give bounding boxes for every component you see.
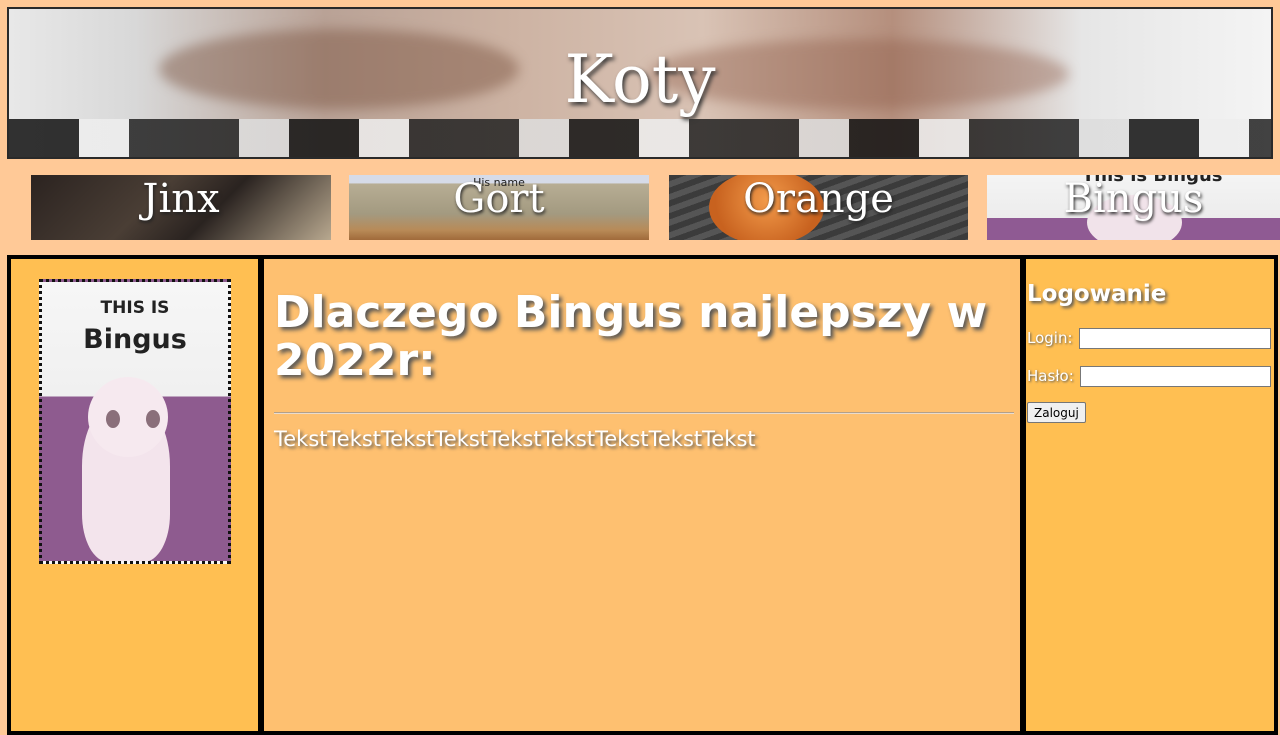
banner-image-decoration: [9, 119, 1271, 157]
login-panel: Logowanie Login: Hasło: Zaloguj: [1026, 259, 1274, 731]
login-label: Login:: [1027, 329, 1073, 347]
image-caption: Bingus: [83, 324, 187, 355]
divider: [274, 412, 1014, 414]
page-heading: Dlaczego Bingus najlepszy w 2022r:: [274, 287, 988, 387]
login-title: Logowanie: [1027, 281, 1167, 307]
nav-item-orange[interactable]: Orange: [669, 175, 968, 240]
login-input[interactable]: [1079, 328, 1271, 349]
nav-item-gort[interactable]: His name Gort: [349, 175, 649, 240]
cat-eye: [106, 410, 120, 428]
bingus-image: THIS IS Bingus: [39, 279, 231, 564]
password-input[interactable]: [1080, 366, 1271, 387]
nav-item-label: Orange: [743, 176, 894, 222]
nav-item-label: Jinx: [142, 176, 220, 222]
password-label: Hasło:: [1027, 367, 1074, 385]
left-sidebar: THIS IS Bingus: [11, 259, 261, 731]
login-button[interactable]: Zaloguj: [1027, 402, 1086, 423]
image-caption: THIS IS: [100, 298, 170, 318]
nav-item-label: Bingus: [1063, 176, 1204, 222]
nav-item-jinx[interactable]: Jinx: [31, 175, 331, 240]
article-text: TekstTekstTekstTekstTekstTekstTekstTekst…: [274, 427, 756, 451]
content-frame: THIS IS Bingus Dlaczego Bingus najlepszy…: [7, 255, 1278, 735]
cat-eye: [146, 410, 160, 428]
nav-item-bingus[interactable]: This is Bingus Bingus: [987, 175, 1280, 240]
site-title: Koty: [564, 41, 716, 118]
main-content: Dlaczego Bingus najlepszy w 2022r: Tekst…: [264, 259, 1023, 731]
header-banner: Koty: [7, 7, 1273, 159]
nav-item-label: Gort: [453, 176, 545, 222]
